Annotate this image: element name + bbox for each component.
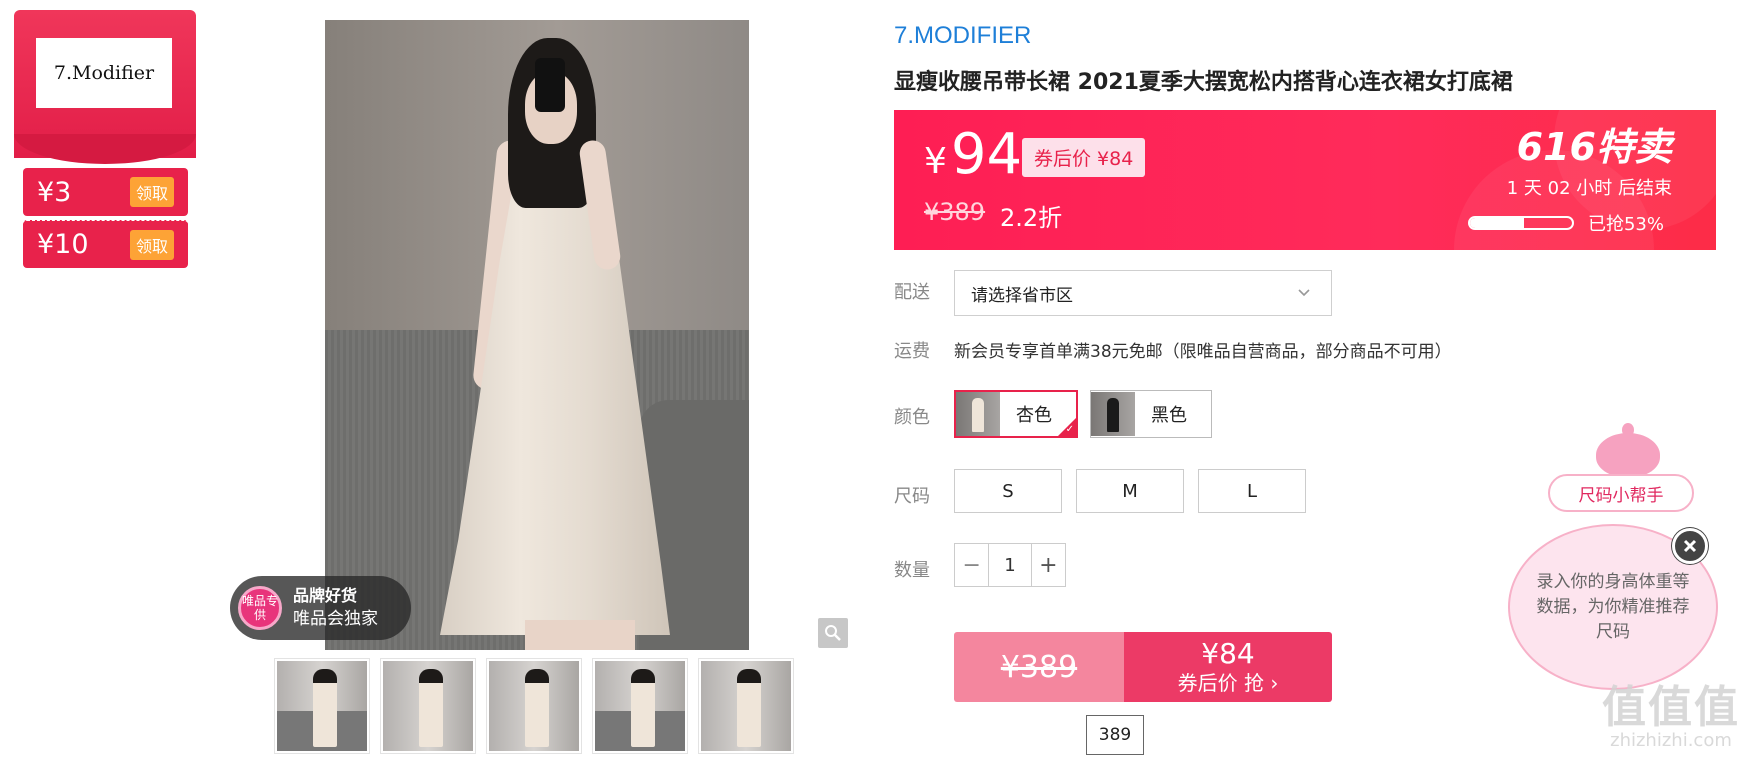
thumbnail[interactable] <box>592 658 688 754</box>
coupon-3: ¥3 领取 <box>23 168 188 216</box>
sale-event-title: 616特卖 <box>1516 125 1672 169</box>
image-legs <box>525 620 635 650</box>
size-option-s[interactable]: S <box>954 469 1062 513</box>
color-thumbnail <box>1091 392 1135 436</box>
brand-card[interactable]: 7.Modifier <box>14 10 196 164</box>
thumbnail[interactable] <box>274 658 370 754</box>
zoom-icon[interactable] <box>818 618 848 648</box>
watermark-main: 值值值 <box>1602 682 1740 733</box>
badge-subtitle: 唯品会独家 <box>293 609 378 629</box>
price-tooltip: 389 <box>1086 715 1144 755</box>
exclusive-badge: 唯品专供 品牌好货 唯品会独家 <box>230 576 411 640</box>
decrease-button[interactable]: − <box>955 544 988 586</box>
current-price: 94 <box>950 122 1023 187</box>
size-option-m[interactable]: M <box>1076 469 1184 513</box>
size-label: 尺码 <box>894 486 930 507</box>
watermark-domain: zhizhizhi.com <box>1610 730 1732 751</box>
original-price: ¥389 <box>924 198 986 226</box>
region-placeholder: 请选择省市区 <box>971 285 1073 306</box>
buy-button[interactable]: ¥389 ¥84 券后价 抢 › <box>954 632 1332 702</box>
color-option-apricot[interactable]: 杏色 ✓ <box>954 390 1078 438</box>
chevron-down-icon <box>1298 289 1310 297</box>
price-banner: ¥ 94 券后价 ¥84 ¥389 2.2折 616特卖 1 天 02 小时 后… <box>894 110 1716 250</box>
discount-rate: 2.2折 <box>1000 204 1063 232</box>
region-select[interactable]: 请选择省市区 <box>954 270 1332 316</box>
coupon-amount: ¥10 <box>37 229 89 260</box>
shipping-label: 运费 <box>894 341 930 362</box>
buy-label: 券后价 抢 › <box>1177 671 1279 695</box>
color-option-label: 黑色 <box>1151 405 1187 426</box>
claim-coupon-button[interactable]: 领取 <box>129 177 174 207</box>
progress-track <box>1467 216 1574 230</box>
coupon-panel: 7.Modifier ¥3 领取 ¥10 领取 <box>14 10 196 272</box>
thumbnail[interactable] <box>698 658 794 754</box>
thumbnail[interactable] <box>486 658 582 754</box>
brand-logo[interactable]: 7.Modifier <box>36 38 172 108</box>
coupon-amount: ¥3 <box>37 176 72 208</box>
badge-title: 品牌好货 <box>293 586 358 605</box>
size-helper-message: 录入你的身高体重等数据，为你精准推荐尺码 <box>1536 571 1690 642</box>
size-helper-button[interactable]: 尺码小帮手 <box>1548 474 1694 512</box>
badge-circle: 唯品专供 <box>238 586 282 630</box>
thumbnail[interactable] <box>380 658 476 754</box>
quantity-label: 数量 <box>894 560 930 581</box>
progress-text: 已抢53% <box>1587 214 1664 235</box>
price-currency: ¥ <box>924 141 947 182</box>
progress-fill <box>1469 218 1525 228</box>
sales-progress: 已抢53% <box>1467 210 1664 236</box>
quantity-stepper: − 1 + <box>954 543 1066 587</box>
close-icon[interactable] <box>1672 528 1708 564</box>
image-phone <box>535 58 565 112</box>
mascot-icon <box>1596 423 1660 477</box>
buy-coupon-price: ¥84 <box>1201 637 1255 670</box>
check-icon: ✓ <box>1065 424 1074 435</box>
product-title: 显瘦收腰吊带长裙 2021夏季大摆宽松内搭背心连衣裙女打底裙 <box>894 70 1513 95</box>
countdown-timer: 1 天 02 小时 后结束 <box>1506 178 1672 199</box>
size-option-l[interactable]: L <box>1198 469 1306 513</box>
color-label: 颜色 <box>894 407 930 428</box>
claim-coupon-button[interactable]: 领取 <box>129 229 174 260</box>
color-option-black[interactable]: 黑色 <box>1090 390 1212 438</box>
coupon-price-tag: 券后价 ¥84 <box>1022 138 1146 177</box>
buy-original-price: ¥389 <box>954 632 1124 702</box>
coupon-10: ¥10 领取 <box>23 220 188 268</box>
watermark: 值值值 zhizhizhi.com <box>1602 686 1740 752</box>
brand-name-link[interactable]: 7.MODIFIER <box>894 22 1031 50</box>
increase-button[interactable]: + <box>1032 544 1065 586</box>
delivery-label: 配送 <box>894 282 930 303</box>
main-product-image[interactable] <box>325 20 749 650</box>
quantity-value[interactable]: 1 <box>988 544 1032 586</box>
shipping-text: 新会员专享首单满38元免邮（限唯品自营商品，部分商品不可用） <box>954 342 1452 362</box>
color-thumbnail <box>956 392 1000 436</box>
